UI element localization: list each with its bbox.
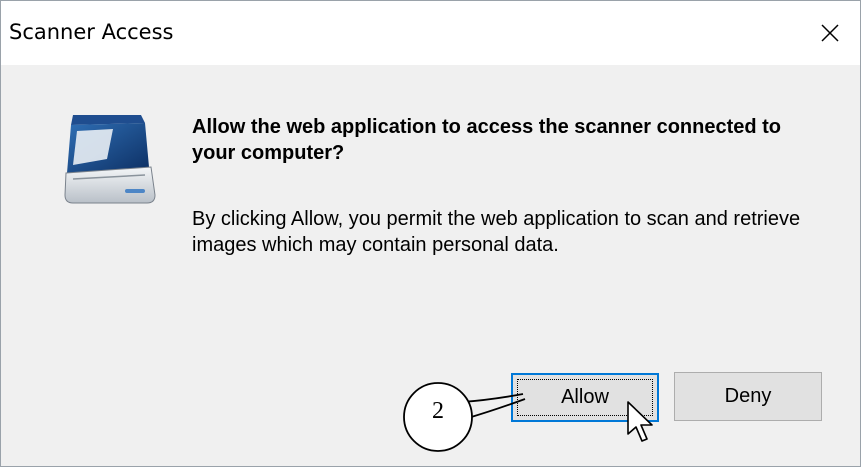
close-icon	[821, 24, 839, 42]
deny-button-label: Deny	[724, 385, 772, 407]
title-bar: Scanner Access	[1, 1, 860, 65]
close-button[interactable]	[800, 1, 860, 65]
dialog-heading: Allow the web application to access the …	[192, 116, 782, 164]
scanner-access-dialog: Scanner Access Allow the web application	[0, 0, 861, 467]
deny-button[interactable]: Deny	[674, 372, 822, 421]
mouse-pointer-icon	[627, 401, 653, 442]
window-title: Scanner Access	[9, 20, 174, 44]
scanner-icon	[64, 115, 156, 204]
dialog-description: By clicking Allow, you permit the web ap…	[192, 208, 801, 256]
step-number: 2	[432, 398, 444, 424]
